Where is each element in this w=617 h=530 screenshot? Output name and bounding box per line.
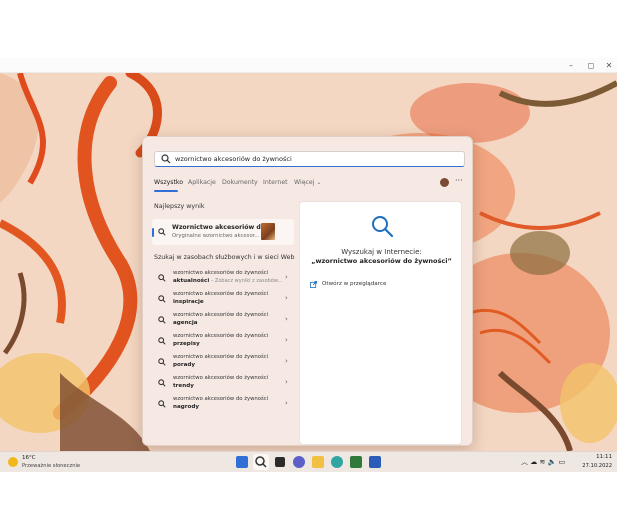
chevron-right-icon: ›: [285, 357, 288, 365]
search-icon: [158, 400, 166, 408]
web-result-item[interactable]: wzornictwo akcesoriów do żywności porady…: [152, 354, 294, 374]
search-icon: [158, 379, 166, 387]
best-match-heading: Najlepszy wynik: [154, 203, 205, 210]
chevron-right-icon: ›: [285, 378, 288, 386]
more-options-icon[interactable]: ···: [455, 176, 463, 185]
search-icon: [158, 337, 166, 345]
preview-query: „wzornictwo akcesoriów do żywności”: [311, 257, 452, 265]
search-icon: [158, 358, 166, 366]
search-icon: [161, 154, 171, 164]
tab-all[interactable]: Wszystko: [154, 179, 183, 186]
result-keyword: aktualności: [173, 278, 210, 284]
result-query: wzornictwo akcesoriów do żywności: [173, 333, 269, 339]
chevron-right-icon: ›: [285, 336, 288, 344]
task-view-icon[interactable]: [275, 457, 285, 467]
result-keyword: inspiracje: [173, 299, 204, 305]
search-icon: [158, 274, 166, 282]
clock-time[interactable]: 11:11: [592, 454, 612, 460]
search-box[interactable]: [154, 151, 465, 167]
search-icon: [372, 216, 394, 238]
search-icon: [158, 316, 166, 324]
preview-pane: Wyszukaj w Internecie: „wzornictwo akces…: [299, 201, 462, 445]
result-query: wzornictwo akcesoriów do żywności: [173, 270, 269, 276]
result-keyword: przepisy: [173, 341, 200, 347]
weather-sun-icon[interactable]: [8, 457, 18, 467]
document-thumbnail-icon: [261, 223, 275, 240]
start-windows-icon[interactable]: [236, 456, 248, 468]
search-input[interactable]: [175, 152, 455, 166]
window-title-bar: – ◻ ✕: [0, 58, 617, 73]
result-hint: – Zobacz wyniki z zasobów...: [209, 278, 283, 284]
weather-temperature[interactable]: 16°C: [22, 455, 36, 461]
word-icon[interactable]: [369, 456, 381, 468]
result-keyword: agencja: [173, 320, 198, 326]
chevron-right-icon: ›: [285, 399, 288, 407]
edge-browser-icon[interactable]: [331, 456, 343, 468]
tab-internet[interactable]: Internet: [263, 179, 288, 186]
chevron-right-icon: ›: [285, 273, 288, 281]
web-result-item[interactable]: wzornictwo akcesoriów do żywności agencj…: [152, 312, 294, 332]
tab-apps[interactable]: Aplikacje: [188, 179, 216, 186]
store-icon[interactable]: [350, 456, 362, 468]
search-icon: [255, 456, 267, 468]
result-query: wzornictwo akcesoriów do żywności: [173, 396, 269, 402]
result-keyword: trendy: [173, 383, 194, 389]
maximize-button[interactable]: ◻: [582, 59, 600, 72]
tab-more[interactable]: Więcej ⌄: [294, 179, 322, 186]
taskbar: 16°C Przeważnie słonecznie ︿ ☁ ≋ 🔈 ▭ 11:…: [0, 451, 617, 472]
web-result-item[interactable]: wzornictwo akcesoriów do żywności trendy…: [152, 375, 294, 395]
open-in-browser-label: Otwórz w przeglądarce: [322, 281, 387, 287]
result-query: wzornictwo akcesoriów do żywności: [173, 375, 269, 381]
system-tray[interactable]: ︿ ☁ ≋ 🔈 ▭: [521, 457, 565, 467]
weather-description[interactable]: Przeważnie słonecznie: [22, 463, 80, 469]
result-query: wzornictwo akcesoriów do żywności: [173, 291, 269, 297]
active-tab-indicator: [154, 190, 178, 192]
result-query: wzornictwo akcesoriów do żywności: [173, 312, 269, 318]
chevron-right-icon: ›: [285, 294, 288, 302]
preview-title: Wyszukaj w Internecie:: [341, 248, 422, 256]
screen: – ◻ ✕ wzornictwo akcesoriów do żywności …: [0, 0, 617, 530]
tab-documents[interactable]: Dokumenty: [222, 179, 258, 186]
result-keyword: porady: [173, 362, 196, 368]
best-match-subtitle: Oryginalne wzornictwo akcesor...: [172, 233, 260, 239]
chevron-right-icon: ›: [285, 315, 288, 323]
best-match-result[interactable]: Wzornictwo akcesoriów d... Oryginalne wz…: [152, 219, 294, 245]
web-result-item[interactable]: wzornictwo akcesoriów do żywności nagrod…: [152, 396, 294, 416]
result-keyword: nagrody: [173, 404, 200, 410]
web-result-item[interactable]: wzornictwo akcesoriów do żywności przepi…: [152, 333, 294, 353]
search-flyout: Wszystko Aplikacje Dokumenty Internet Wi…: [142, 136, 473, 446]
selection-indicator: [152, 228, 154, 237]
avatar-icon[interactable]: [440, 178, 449, 187]
taskbar-search-active[interactable]: [253, 454, 269, 470]
search-icon: [158, 295, 166, 303]
close-button[interactable]: ✕: [600, 59, 617, 72]
web-result-item[interactable]: wzornictwo akcesoriów do żywności aktual…: [152, 270, 294, 290]
clock-date[interactable]: 27.10.2022: [582, 463, 612, 469]
chat-icon[interactable]: [293, 456, 305, 468]
file-explorer-icon[interactable]: [312, 456, 324, 468]
result-query: wzornictwo akcesoriów do żywności: [173, 354, 269, 360]
search-icon: [158, 228, 166, 236]
best-match-title: Wzornictwo akcesoriów d...: [172, 224, 268, 231]
web-result-item[interactable]: wzornictwo akcesoriów do żywności inspir…: [152, 291, 294, 311]
minimize-button[interactable]: –: [562, 59, 580, 72]
web-section-heading: Szukaj w zasobach służbowych i w sieci W…: [154, 254, 295, 261]
external-link-icon: [310, 281, 317, 288]
result-suffix: aktualności – Zobacz wyniki z zasobów...: [173, 278, 282, 284]
